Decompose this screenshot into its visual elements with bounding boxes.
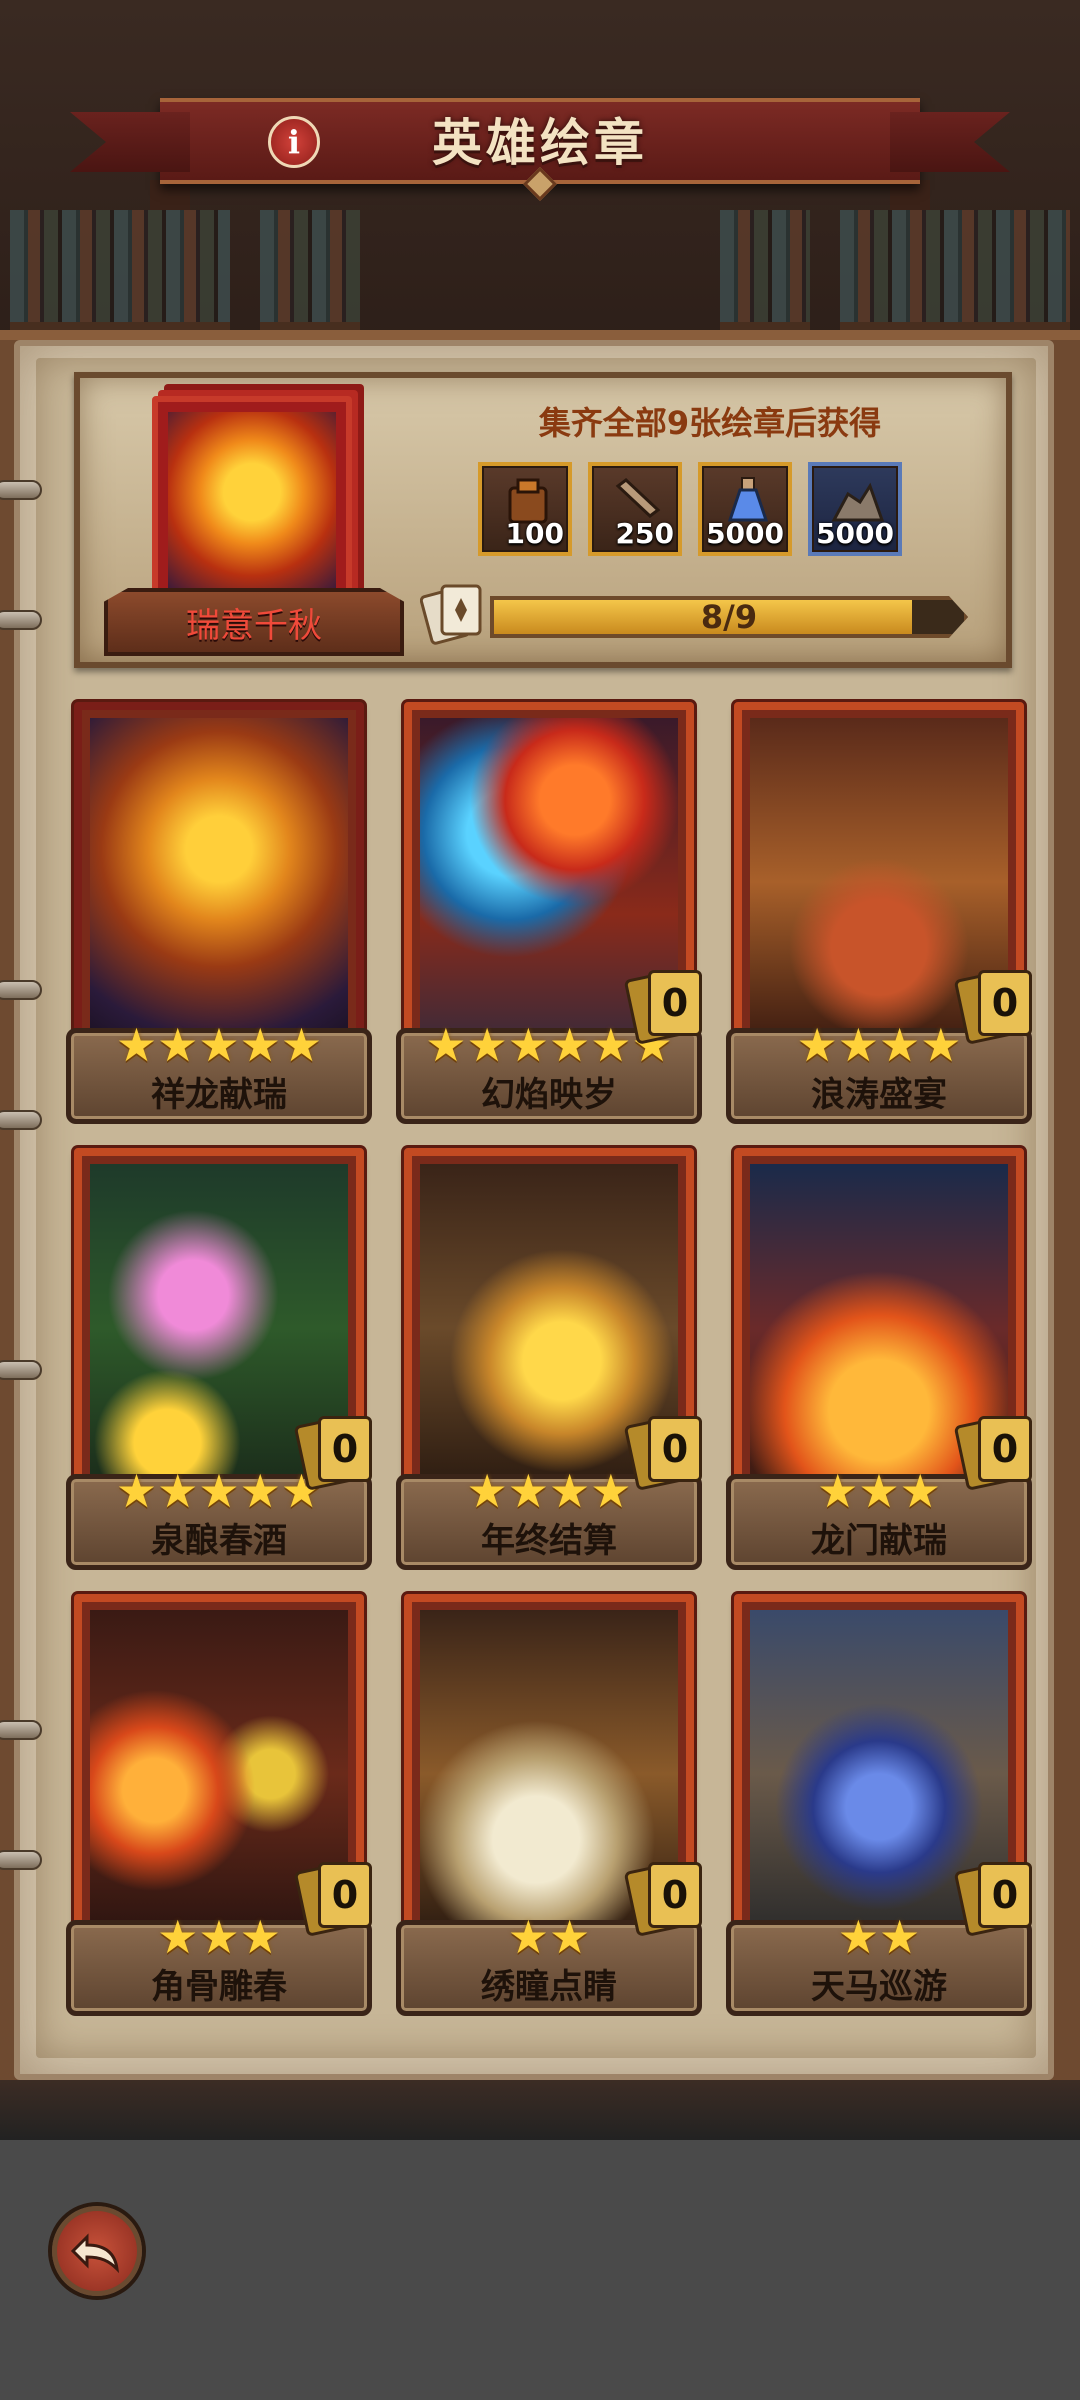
reward-qty: 250 <box>615 517 674 550</box>
footer-bar <box>0 2140 1080 2400</box>
card-name: 浪涛盛宴 <box>811 1075 947 1115</box>
bookshelf <box>840 210 1070 330</box>
card-count-badge: 0 <box>623 969 708 1045</box>
reward-qty: 5000 <box>706 517 784 550</box>
bookshelf <box>260 210 360 330</box>
binder-ring <box>0 610 42 630</box>
reward-item[interactable]: 250 <box>588 462 682 556</box>
card-name: 天马巡游 <box>811 1967 947 2007</box>
card-name: 泉酿春酒 <box>151 1521 287 1561</box>
binder-ring <box>0 1110 42 1130</box>
reward-heading: 集齐全部9张绘章后获得 <box>538 404 882 442</box>
card[interactable]: ★★★★★ 祥龙献瑞 <box>66 702 374 1132</box>
card-name: 祥龙献瑞 <box>151 1075 287 1115</box>
reward-qty: 5000 <box>816 517 894 550</box>
card[interactable]: ★★ 绣瞳点睛 0 <box>396 1594 704 2024</box>
card-count: 0 <box>331 1873 359 1917</box>
cards-stack-icon <box>420 584 482 645</box>
card-count: 0 <box>661 1427 689 1471</box>
album-cover-art <box>168 412 336 590</box>
album-name: 瑞意千秋 <box>104 588 404 656</box>
card-name: 龙门献瑞 <box>811 1521 947 1561</box>
card-name: 角骨雕春 <box>151 1967 287 2007</box>
card-count-badge: 0 <box>623 1861 708 1937</box>
card-name: 年终结算 <box>481 1521 617 1561</box>
card-count-badge: 0 <box>953 1415 1038 1491</box>
back-arrow-icon <box>70 2233 120 2274</box>
card[interactable]: ★★★★★★ 幻焰映岁 0 <box>396 702 704 1132</box>
card[interactable]: ★★ 天马巡游 0 <box>726 1594 1034 2024</box>
card-count: 0 <box>991 1873 1019 1917</box>
album-progress-text: 8/9 <box>700 598 758 636</box>
back-button[interactable] <box>52 2206 142 2296</box>
card-count-badge: 0 <box>953 1861 1038 1937</box>
card-stars: ★★★★★ <box>115 1018 323 1072</box>
bookshelf <box>10 210 230 330</box>
info-button[interactable]: i <box>268 116 320 168</box>
card-name: 绣瞳点睛 <box>481 1967 617 2007</box>
card-count: 0 <box>661 981 689 1025</box>
card[interactable]: ★★★★ 年终结算 0 <box>396 1148 704 1578</box>
card-count: 0 <box>991 1427 1019 1471</box>
card-frame <box>74 702 364 1062</box>
binder-ring <box>0 480 42 500</box>
card[interactable]: ★★★ 角骨雕春 0 <box>66 1594 374 2024</box>
binder-ring <box>0 1720 42 1740</box>
book-bottom-edge <box>0 2080 1080 2140</box>
card[interactable]: ★★★ 龙门献瑞 0 <box>726 1148 1034 1578</box>
binder-ring <box>0 1360 42 1380</box>
card-name: 幻焰映岁 <box>481 1075 617 1115</box>
card-count-badge: 0 <box>623 1415 708 1491</box>
card[interactable]: ★★★★ 浪涛盛宴 0 <box>726 702 1034 1132</box>
reward-qty: 100 <box>505 517 564 550</box>
album-cover[interactable] <box>152 396 352 606</box>
card[interactable]: ★★★★★ 泉酿春酒 0 <box>66 1148 374 1578</box>
reward-item[interactable]: 5000 <box>808 462 902 556</box>
binder-ring <box>0 980 42 1000</box>
info-icon: i <box>287 123 301 161</box>
card-count: 0 <box>661 1873 689 1917</box>
card-count-badge: 0 <box>953 969 1038 1045</box>
reward-item[interactable]: 100 <box>478 462 572 556</box>
card-count-badge: 0 <box>293 1861 378 1937</box>
card-count: 0 <box>331 1427 359 1471</box>
reward-item[interactable]: 5000 <box>698 462 792 556</box>
card-count-badge: 0 <box>293 1415 378 1491</box>
card-art-golden-dragon <box>90 718 348 1046</box>
card-count: 0 <box>991 981 1019 1025</box>
bookshelf <box>720 210 810 330</box>
binder-ring <box>0 1850 42 1870</box>
